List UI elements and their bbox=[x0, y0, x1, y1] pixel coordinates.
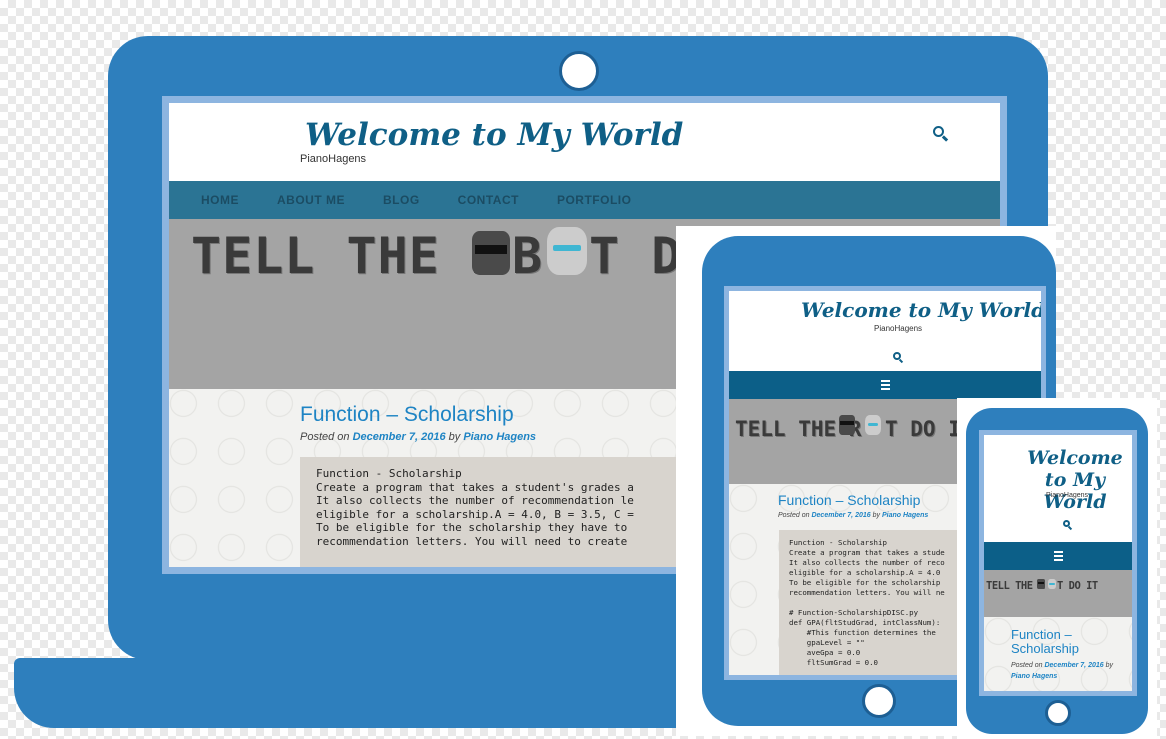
posted-on-label: Posted on bbox=[300, 431, 350, 443]
phone-post-meta-line-2: Piano Hagens bbox=[1011, 673, 1057, 680]
by-label: by bbox=[1105, 662, 1113, 669]
nav-contact[interactable]: CONTACT bbox=[458, 193, 519, 207]
phone-hero-banner: TELL THE R T DO IT bbox=[984, 570, 1132, 617]
post-meta: Posted on December 7, 2016 by Piano Hage… bbox=[300, 431, 536, 443]
code-line: Function - Scholarship bbox=[316, 467, 462, 480]
by-label: by bbox=[448, 431, 461, 443]
phone-site-title[interactable]: Welcome to My World bbox=[1020, 447, 1130, 513]
phone-banner-text-right: T DO IT bbox=[1057, 580, 1098, 592]
phone-post-title-line-2[interactable]: Scholarship bbox=[1011, 641, 1079, 656]
phone-menu-bar[interactable] bbox=[984, 542, 1132, 570]
phone-site-header: Welcome to My World PianoHagens bbox=[984, 435, 1132, 542]
post-author-link[interactable]: Piano Hagens bbox=[463, 431, 536, 443]
tablet-menu-bar[interactable] bbox=[729, 371, 1041, 399]
phone-post-meta-line-1: Posted on December 7, 2016 by bbox=[1011, 662, 1113, 669]
search-icon[interactable] bbox=[933, 126, 949, 142]
hamburger-menu-icon[interactable] bbox=[880, 380, 890, 390]
phone-search-icon[interactable] bbox=[1063, 520, 1073, 531]
tablet-site-tagline: PianoHagens bbox=[874, 324, 923, 333]
code-line: It also collects the number of recommend… bbox=[316, 494, 634, 507]
tablet-search-icon[interactable] bbox=[893, 352, 904, 364]
code-block: Function - Scholarship Create a program … bbox=[300, 457, 720, 567]
phone-post-date-link[interactable]: December 7, 2016 bbox=[1044, 662, 1103, 669]
phone-banner-text-left: TELL THE R bbox=[986, 580, 1045, 592]
phone-home-button bbox=[1045, 700, 1071, 726]
tablet-home-button bbox=[862, 684, 896, 718]
phone-robot-face-silver bbox=[1048, 579, 1056, 589]
phone-site-tagline: PianoHagens bbox=[1046, 492, 1089, 499]
site-title[interactable]: Welcome to My World bbox=[305, 117, 683, 153]
robot-face-sunglasses bbox=[472, 231, 510, 275]
post-title[interactable]: Function – Scholarship bbox=[300, 403, 514, 427]
site-header: Welcome to My World PianoHagens bbox=[169, 103, 1000, 181]
code-line: To be eligible for the scholarship they … bbox=[316, 521, 628, 534]
tablet-site-header: Welcome to My World PianoHagens bbox=[729, 291, 1041, 371]
tablet-post-meta: Posted on December 7, 2016 by Piano Hage… bbox=[778, 512, 928, 519]
post-date-link[interactable]: December 7, 2016 bbox=[353, 431, 446, 443]
posted-on-label: Posted on bbox=[1011, 662, 1043, 669]
nav-blog[interactable]: BLOG bbox=[383, 193, 420, 207]
nav-portfolio[interactable]: PORTFOLIO bbox=[557, 193, 632, 207]
nav-about-me[interactable]: ABOUT ME bbox=[277, 193, 345, 207]
nav-home[interactable]: HOME bbox=[201, 193, 239, 207]
phone-post-title-line-1[interactable]: Function – bbox=[1011, 627, 1072, 642]
phone-post-author-link[interactable]: Piano Hagens bbox=[1011, 673, 1057, 680]
main-nav: HOME ABOUT ME BLOG CONTACT PORTFOLIO bbox=[169, 181, 1000, 219]
by-label: by bbox=[872, 512, 880, 519]
code-line: eligible for a scholarship.A = 4.0, B = … bbox=[316, 507, 634, 521]
phone-robot-face-sunglasses bbox=[1037, 579, 1045, 589]
tablet-post-date-link[interactable]: December 7, 2016 bbox=[811, 512, 870, 519]
tablet-robot-face-silver bbox=[865, 415, 881, 435]
phone-hamburger-menu-icon[interactable] bbox=[1053, 551, 1063, 561]
banner-text-mid: B bbox=[512, 227, 544, 285]
tablet-post-title[interactable]: Function – Scholarship bbox=[778, 492, 920, 508]
banner-text-right: T D bbox=[589, 227, 683, 285]
tablet-post-author-link[interactable]: Piano Hagens bbox=[882, 512, 928, 519]
phone-screen: Welcome to My World PianoHagens TELL THE… bbox=[979, 430, 1137, 696]
tablet-site-title[interactable]: Welcome to My World bbox=[801, 298, 1041, 322]
robot-face-silver bbox=[547, 227, 587, 275]
code-line: recommendation letters. You will need to… bbox=[316, 534, 628, 548]
posted-on-label: Posted on bbox=[778, 512, 810, 519]
banner-text-left: TELL THE R bbox=[191, 227, 503, 285]
laptop-camera bbox=[559, 51, 599, 91]
tablet-robot-face-sunglasses bbox=[839, 415, 855, 435]
device-mockup-stage: Welcome to My World PianoHagens HOME ABO… bbox=[0, 0, 1166, 739]
code-line: Create a program that takes a student's … bbox=[316, 480, 634, 494]
phone-post-area: Function – Scholarship Posted on Decembe… bbox=[984, 617, 1132, 691]
site-tagline: PianoHagens bbox=[300, 153, 367, 165]
